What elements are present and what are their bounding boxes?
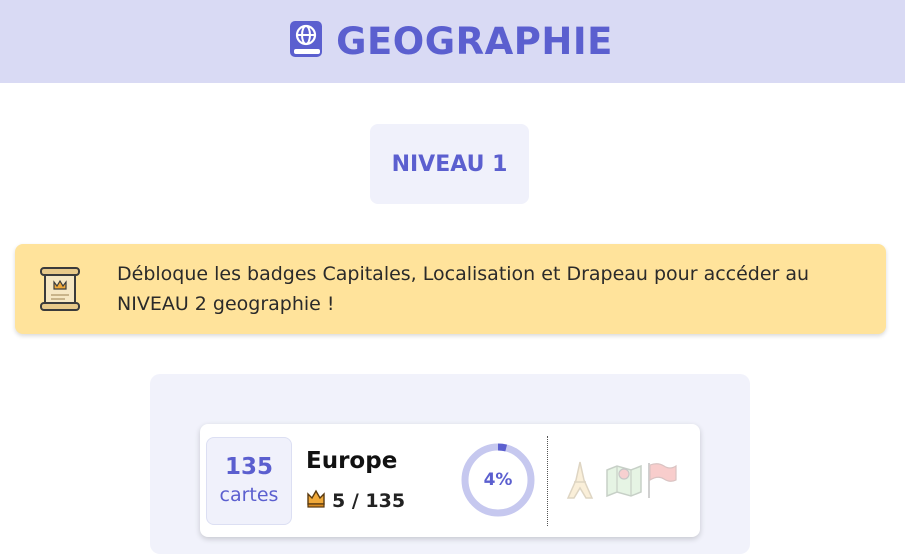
card-count-box: 135 cartes — [206, 437, 292, 525]
globe-book-icon — [288, 20, 324, 63]
page-title: GEOGRAPHIE — [336, 20, 613, 63]
divider — [547, 436, 548, 526]
deck-card-europe[interactable]: 135 cartes Europe 5 / 135 4% — [200, 424, 700, 537]
scroll-icon — [39, 266, 81, 312]
tower-icon — [564, 460, 596, 500]
progress-percent: 4% — [483, 470, 513, 490]
card-count: 135 — [224, 454, 273, 480]
crown-progress: 5 / 135 — [306, 488, 405, 513]
crown-icon — [306, 488, 326, 513]
page-header: GEOGRAPHIE — [0, 0, 905, 83]
level-badge[interactable]: NIVEAU 1 — [370, 124, 529, 204]
map-icon — [604, 460, 642, 500]
flag-icon — [644, 460, 677, 500]
card-count-label: cartes — [219, 484, 279, 506]
unlock-notice: Débloque les badges Capitales, Localisat… — [15, 244, 886, 334]
progress-ring: 4% — [460, 442, 536, 518]
deck-name: Europe — [306, 448, 398, 474]
header-title-group: GEOGRAPHIE — [288, 20, 613, 63]
crown-progress-text: 5 / 135 — [332, 489, 406, 512]
badge-row — [564, 460, 677, 500]
notice-text: Débloque les badges Capitales, Localisat… — [117, 263, 810, 315]
